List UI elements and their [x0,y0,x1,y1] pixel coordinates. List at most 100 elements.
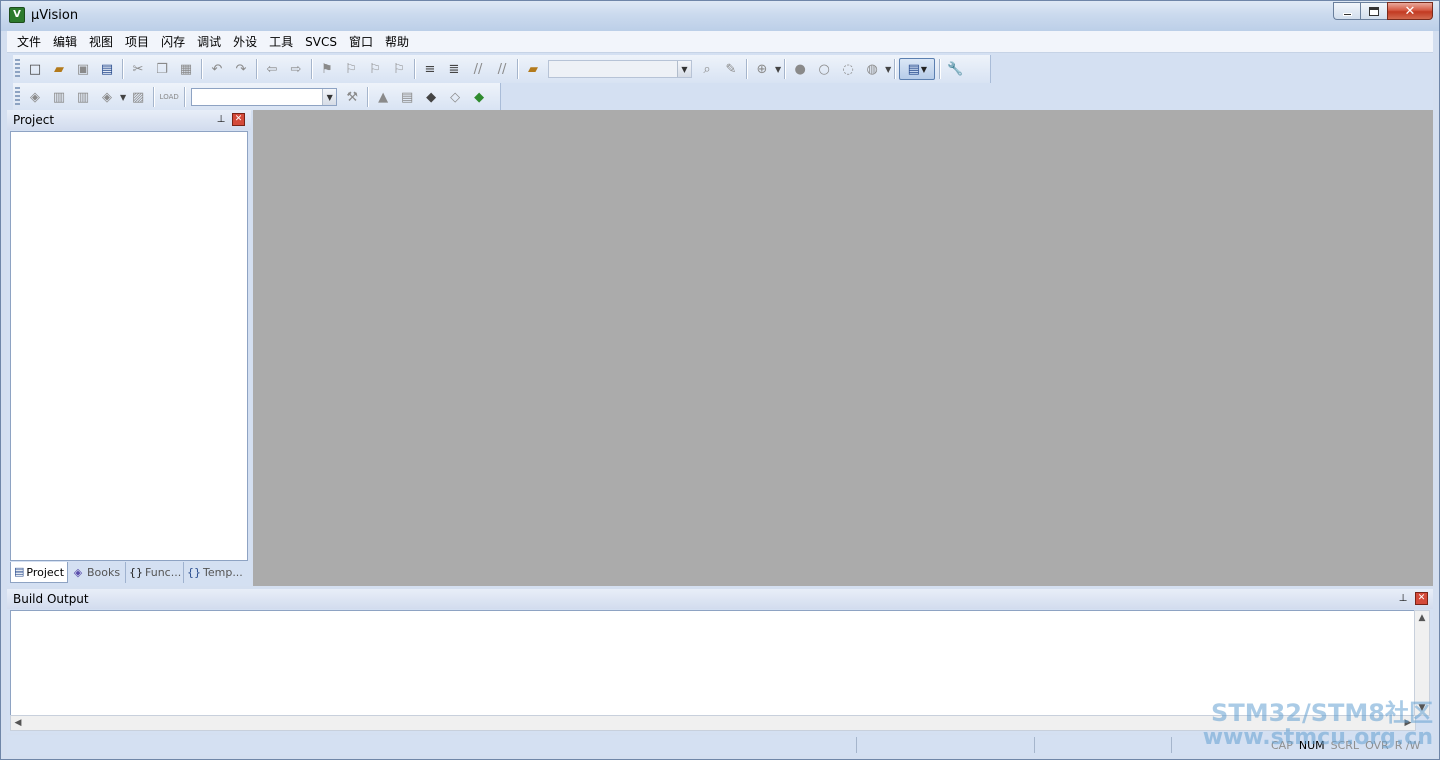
bookmark-icon[interactable]: ⚑ [316,58,338,80]
menu-window[interactable]: 窗口 [343,32,379,52]
undo-icon[interactable]: ↶ [206,58,228,80]
breakpoint-kill-icon[interactable]: ◍ [861,58,883,80]
uvision-window: V µVision ✕ 文件 编辑 视图 项目 闪存 调试 外设 工具 SVCS… [0,0,1440,760]
status-cell [857,737,1035,753]
books-icon: ◈ [73,565,83,579]
project-tab-icon: ▤ [14,565,25,578]
manage-components-icon[interactable]: ▤ [396,86,418,108]
menu-peripherals[interactable]: 外设 [227,32,263,52]
toolbar-area: □ ▰ ▣ ▤ ✂ ❐ ▦ ↶ ↷ ⇦ ⇨ ⚑ ⚐ ⚐ ⚐ ≡ ≣ // // … [7,53,1433,111]
project-tree[interactable] [10,131,248,561]
bookmark-next-icon[interactable]: ⚐ [364,58,386,80]
save-icon[interactable]: ▣ [72,58,94,80]
scroll-up-icon[interactable]: ▲ [1415,611,1429,625]
find-combo[interactable]: ▼ [548,60,692,78]
paste-icon[interactable]: ▦ [175,58,197,80]
zoom-icon[interactable]: ⊕ [751,58,773,80]
menu-tools[interactable]: 工具 [263,32,299,52]
incremental-find-icon[interactable]: ✎ [720,58,742,80]
tab-label: Project [26,565,65,579]
menu-project[interactable]: 项目 [119,32,155,52]
tab-templates[interactable]: {} Temp... [184,562,246,583]
panel-close-icon[interactable]: ✕ [232,113,245,126]
copy-icon[interactable]: ❐ [151,58,173,80]
run-time-env-icon[interactable]: ◇ [444,86,466,108]
project-panel-header: Project ⊥ ✕ [7,110,251,130]
build-output-header: Build Output ⊥ ✕ [7,589,1433,609]
comment-icon[interactable]: // [467,58,489,80]
chevron-down-icon[interactable]: ▼ [775,65,781,74]
toolbar-separator [894,59,896,79]
tab-functions[interactable]: {} Func... [126,562,184,583]
breakpoint-icon[interactable]: ● [789,58,811,80]
menu-file[interactable]: 文件 [11,32,47,52]
toolbar-separator [184,87,186,107]
translate-icon[interactable]: ◈ [24,86,46,108]
scroll-left-icon[interactable]: ◀ [11,716,25,730]
maximize-button[interactable] [1360,2,1387,20]
chevron-down-icon: ▼ [677,61,691,77]
menu-svcs[interactable]: SVCS [299,32,343,52]
pack-installer-icon[interactable]: ◆ [468,86,490,108]
bookmark-prev-icon[interactable]: ⚐ [340,58,362,80]
watermark-line2: www.stmcu.org.cn [1202,725,1433,751]
toolbar-separator [746,59,747,79]
uncomment-icon[interactable]: // [491,58,513,80]
build-toolbar: ◈ ▥ ▥ ◈ ▼ ▨ LOAD ▼ ⚒ ▲ ▤ ◆ ◇ ◆ [13,83,501,111]
unindent-icon[interactable]: ≣ [443,58,465,80]
breakpoint-disable-icon[interactable]: ○ [813,58,835,80]
tab-books[interactable]: ◈ Books [68,562,126,583]
tab-label: Func... [145,566,182,579]
project-panel-tabs: ▤ Project ◈ Books {} Func... {} Temp... [10,562,248,584]
wrench-icon[interactable]: 🔧 [944,58,966,80]
rebuild-icon[interactable]: ▥ [72,86,94,108]
chevron-down-icon: ▼ [322,89,337,105]
build-icon[interactable]: ▥ [48,86,70,108]
cut-icon[interactable]: ✂ [127,58,149,80]
stop-build-icon[interactable]: ▨ [127,86,149,108]
manage-project-icon[interactable]: ▲ [372,86,394,108]
find-icon[interactable]: ⌕ [696,58,718,80]
menu-view[interactable]: 视图 [83,32,119,52]
tab-label: Books [87,566,121,579]
pin-icon[interactable]: ⊥ [215,114,227,126]
close-icon: ✕ [1404,3,1416,19]
minimize-button[interactable] [1333,2,1360,20]
build-output-title: Build Output [13,592,89,606]
open-folder-icon[interactable]: ▰ [48,58,70,80]
menu-help[interactable]: 帮助 [379,32,415,52]
toolbar-grip[interactable] [15,59,20,79]
chevron-down-icon[interactable]: ▼ [120,93,126,102]
target-options-icon[interactable]: ⚒ [341,86,363,108]
chevron-down-icon[interactable]: ▼ [885,65,891,74]
toolbar-separator [311,59,312,79]
window-select-icon[interactable]: ▤ ▼ [899,58,936,80]
nav-back-icon[interactable]: ⇦ [261,58,283,80]
save-all-icon[interactable]: ▤ [96,58,118,80]
batch-build-icon[interactable]: ◈ [96,86,118,108]
load-icon[interactable]: LOAD [158,86,180,108]
tab-project[interactable]: ▤ Project [10,562,68,583]
bookmark-clear-icon[interactable]: ⚐ [388,58,410,80]
breakpoint-clear-icon[interactable]: ◌ [837,58,859,80]
nav-forward-icon[interactable]: ⇨ [285,58,307,80]
menu-debug[interactable]: 调试 [191,32,227,52]
panel-close-icon[interactable]: ✕ [1415,592,1428,605]
find-in-files-icon[interactable]: ▰ [522,58,544,80]
toolbar-separator [256,59,257,79]
new-file-icon[interactable]: □ [24,58,46,80]
redo-icon[interactable]: ↷ [230,58,252,80]
menu-edit[interactable]: 编辑 [47,32,83,52]
project-panel: Project ⊥ ✕ ▤ Project ◈ Books {} Func...… [7,110,251,586]
menu-flash[interactable]: 闪存 [155,32,191,52]
indent-icon[interactable]: ≡ [419,58,441,80]
project-panel-title: Project [13,113,55,127]
toolbar-separator [122,59,123,79]
editor-area[interactable] [253,110,1433,586]
select-packs-icon[interactable]: ◆ [420,86,442,108]
toolbar-grip[interactable] [15,87,20,107]
braces-icon: {} [129,565,143,579]
close-button[interactable]: ✕ [1387,2,1433,20]
pin-icon[interactable]: ⊥ [1397,593,1409,605]
target-combo[interactable]: ▼ [191,88,338,106]
